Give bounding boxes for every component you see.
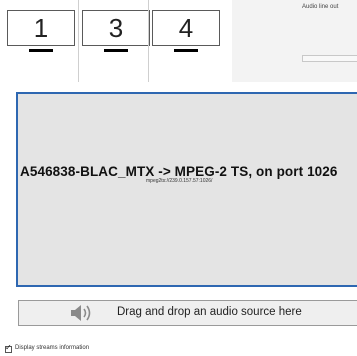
display-button-3[interactable]: 3 <box>82 10 150 46</box>
checkmark-icon: ✓ <box>5 343 12 352</box>
audio-output-panel <box>232 0 357 82</box>
monitor-stand-icon <box>174 49 198 52</box>
display-streams-info-label: Display streams information <box>15 345 90 351</box>
display-button-1[interactable]: 1 <box>7 10 75 46</box>
drop-zone-label: Drag and drop an audio source here <box>117 306 302 318</box>
monitor-stand-icon <box>104 49 128 52</box>
display-number-label: 1 <box>33 12 49 43</box>
monitor-stand-icon <box>29 49 53 52</box>
divider <box>78 0 79 82</box>
stream-url: mpeg2ts://239.0.157.57:1026/ <box>146 178 213 184</box>
divider <box>148 0 149 82</box>
display-number-label: 4 <box>178 12 194 43</box>
stream-title: A546838-BLAC_MTX -> MPEG-2 TS, on port 1… <box>20 164 338 179</box>
audio-output-label: Audio line out <box>302 4 339 10</box>
stream-preview-panel[interactable] <box>16 92 357 287</box>
display-number-label: 3 <box>108 12 124 43</box>
speaker-icon <box>71 305 91 321</box>
display-button-4[interactable]: 4 <box>152 10 220 46</box>
audio-level-meter <box>302 55 357 62</box>
